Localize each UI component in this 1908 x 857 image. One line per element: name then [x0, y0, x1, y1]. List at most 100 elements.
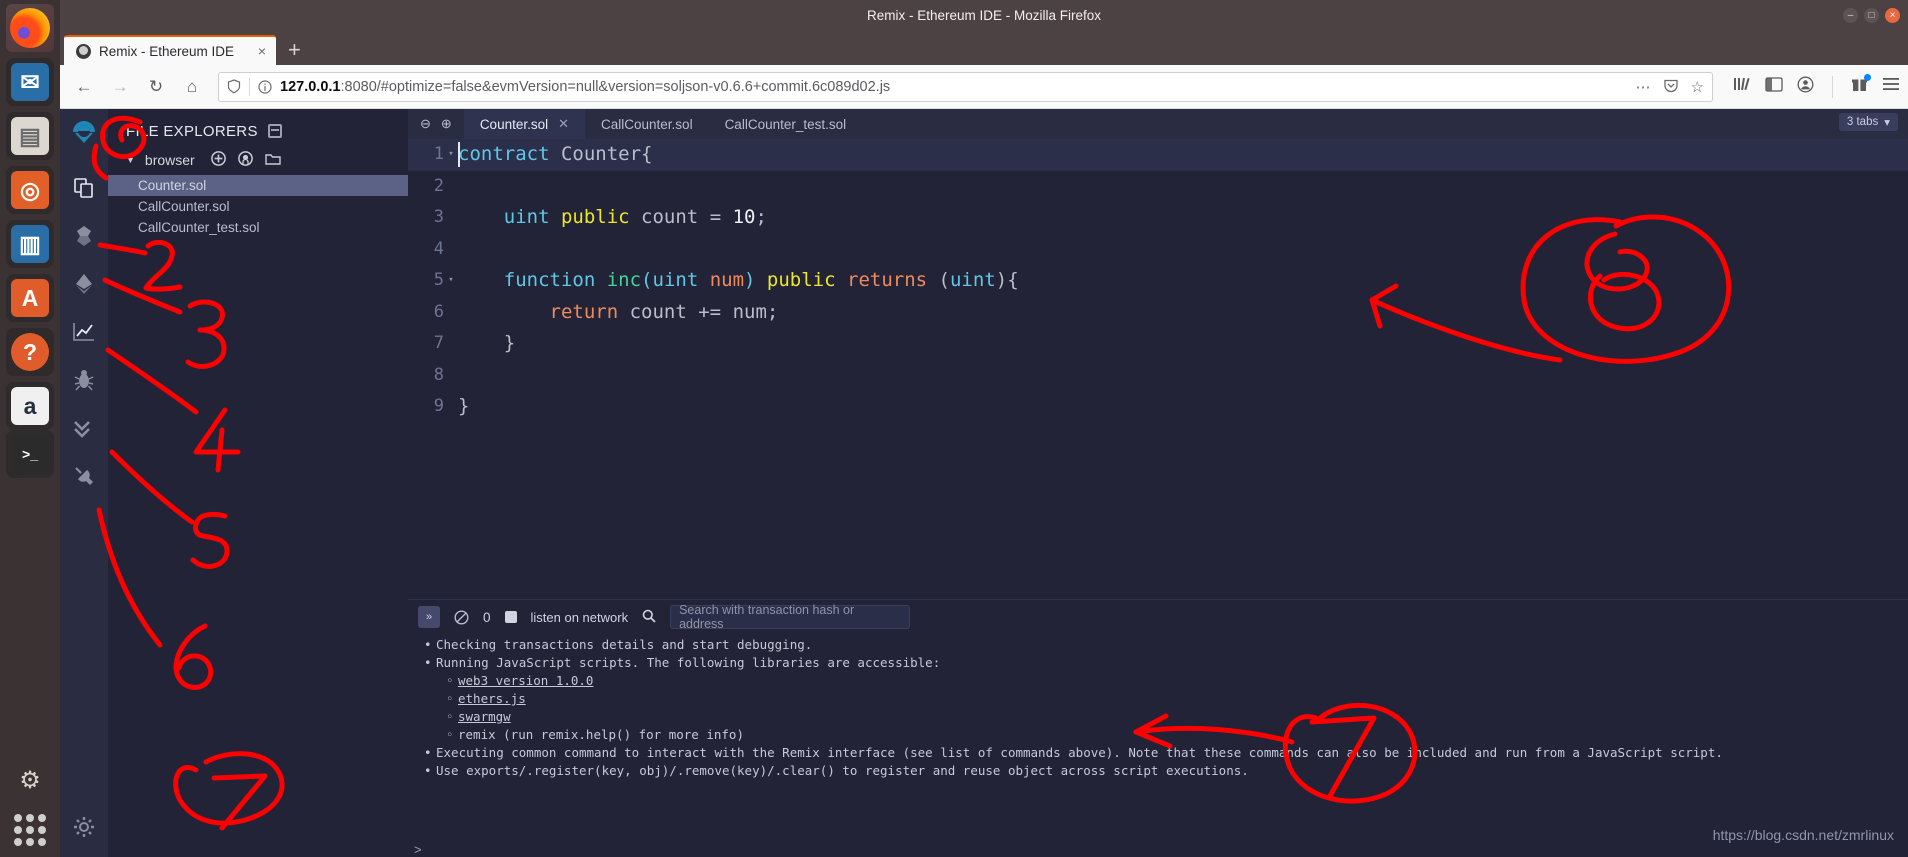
- gift-icon[interactable]: [1851, 73, 1871, 98]
- code-editor[interactable]: 1 ▾ contract Counter{2 3 uint public count …: [408, 139, 1908, 599]
- clear-console-icon[interactable]: [454, 609, 469, 625]
- launcher-item-thunderbird[interactable]: ✉: [6, 58, 54, 106]
- code-text: return count += num;: [549, 300, 779, 323]
- code-line[interactable]: 5 ▾ function inc(uint num) public returns…: [408, 265, 1908, 297]
- terminal-prompt[interactable]: >: [408, 842, 1908, 857]
- fold-toggle-icon[interactable]: ▾: [444, 139, 458, 171]
- editor-tab-counter[interactable]: Counter.sol ✕: [463, 109, 586, 139]
- code-line[interactable]: 1 ▾ contract Counter{: [408, 139, 1908, 171]
- terminal-toggle-button[interactable]: »: [418, 606, 440, 628]
- menu-icon[interactable]: [1882, 77, 1900, 96]
- explorer-panel-icon[interactable]: [267, 124, 282, 138]
- back-button[interactable]: ←: [68, 71, 100, 103]
- line-number: 1: [433, 144, 444, 164]
- unit-testing-icon[interactable]: [67, 411, 101, 445]
- open-folder-icon[interactable]: [265, 152, 282, 169]
- editor-tab-callcounter-test[interactable]: CallCounter_test.sol: [709, 109, 863, 139]
- window-titlebar: Remix - Ethereum IDE - Mozilla Firefox –…: [60, 0, 1908, 31]
- line-number: 7: [433, 333, 444, 353]
- library-icon[interactable]: [1733, 76, 1751, 97]
- tab-close-icon[interactable]: ×: [258, 43, 266, 59]
- files-icon: ▤: [11, 117, 49, 155]
- maximize-button[interactable]: □: [1864, 8, 1879, 23]
- remix-terminal: » 0 listen on network Search with transa…: [408, 599, 1908, 857]
- launcher-item-terminal[interactable]: >_: [6, 430, 54, 478]
- remix-logo-icon[interactable]: [67, 117, 101, 151]
- explorer-file-item[interactable]: CallCounter_test.sol: [108, 217, 408, 238]
- solidity-compiler-icon[interactable]: [67, 219, 101, 253]
- close-button[interactable]: ×: [1885, 8, 1900, 23]
- code-line[interactable]: 8: [408, 360, 1908, 392]
- url-text[interactable]: 127.0.0.1:8080/#optimize=false&evmVersio…: [280, 79, 890, 95]
- editor-tab-label: CallCounter.sol: [601, 116, 693, 132]
- terminal-log-subline[interactable]: web3 version 1.0.0: [418, 672, 1908, 690]
- code-line[interactable]: 6 return count += num;: [408, 297, 1908, 329]
- zoom-out-icon[interactable]: ⊖: [420, 116, 431, 132]
- terminal-log-subline[interactable]: ethers.js: [418, 690, 1908, 708]
- code-text: function inc(uint num) public returns (u…: [503, 269, 1019, 291]
- url-bar[interactable]: 127.0.0.1:8080/#optimize=false&evmVersio…: [218, 71, 1713, 102]
- plugin-manager-icon[interactable]: [67, 459, 101, 493]
- line-number: 4: [433, 238, 444, 259]
- writer-icon: ▥: [11, 225, 49, 263]
- launcher-item-amazon[interactable]: a: [6, 382, 54, 430]
- code-line[interactable]: 4: [408, 234, 1908, 266]
- code-text: uint public count = 10;: [503, 206, 767, 228]
- zoom-in-icon[interactable]: ⊕: [441, 116, 452, 132]
- url-right-icons: ⋯ ☆: [1636, 77, 1704, 97]
- page-actions-icon[interactable]: ⋯: [1636, 78, 1651, 96]
- line-number: 8: [433, 364, 444, 385]
- explorer-root-row[interactable]: ▼ browser: [108, 143, 408, 175]
- remix-settings-icon[interactable]: [73, 816, 95, 843]
- listen-on-network-checkbox[interactable]: [504, 611, 517, 623]
- transaction-search-input[interactable]: Search with transaction hash or address: [670, 603, 911, 631]
- file-explorer-panel: FILE EXPLORERS ▼ browser Counter.sol Cal…: [108, 109, 408, 857]
- new-tab-button[interactable]: +: [276, 39, 313, 65]
- tabs-count-badge[interactable]: 3 tabs ▾: [1838, 113, 1898, 131]
- code-line[interactable]: 7 }: [408, 328, 1908, 360]
- launcher-apps-grid-icon[interactable]: [10, 810, 50, 850]
- editor-tab-callcounter[interactable]: CallCounter.sol: [585, 109, 709, 139]
- browser-tab[interactable]: Remix - Ethereum IDE ×: [64, 35, 276, 65]
- chevron-down-icon[interactable]: ▼: [126, 155, 135, 165]
- pocket-icon[interactable]: [1663, 77, 1679, 97]
- code-line[interactable]: 2: [408, 171, 1908, 203]
- terminal-log: Checking transactions details and start …: [408, 634, 1908, 842]
- editor-zoom-controls: ⊖ ⊕: [408, 116, 464, 132]
- code-line[interactable]: 9}: [408, 391, 1908, 423]
- browser-toolbar-icons: [1723, 73, 1900, 98]
- screen: ✉ ▤ ◎ ▥ A ? a >_ ⚙ Remix - Ethereum IDE: [0, 0, 1908, 857]
- launcher-settings-icon[interactable]: ⚙: [10, 760, 50, 800]
- explorer-file-item[interactable]: Counter.sol: [108, 175, 408, 196]
- amazon-icon: a: [11, 387, 49, 425]
- terminal-log-subline[interactable]: swarmgw: [418, 708, 1908, 726]
- editor-tab-close-icon[interactable]: ✕: [558, 116, 569, 132]
- launcher-item-files[interactable]: ▤: [6, 112, 54, 160]
- mail-icon: ✉: [11, 63, 49, 101]
- launcher-item-firefox[interactable]: [6, 4, 54, 52]
- remix-favicon-icon: [76, 43, 91, 59]
- info-icon[interactable]: [258, 79, 272, 94]
- bookmark-star-icon[interactable]: ☆: [1691, 78, 1704, 96]
- github-icon[interactable]: [237, 151, 253, 169]
- create-file-icon[interactable]: [210, 151, 226, 169]
- fold-toggle-icon[interactable]: ▾: [444, 265, 458, 297]
- home-button[interactable]: ⌂: [176, 71, 208, 103]
- launcher-item-help[interactable]: ?: [6, 328, 54, 376]
- code-line[interactable]: 3 uint public count = 10;: [408, 202, 1908, 234]
- forward-button[interactable]: →: [104, 71, 136, 103]
- account-icon[interactable]: [1797, 76, 1814, 98]
- reload-button[interactable]: ↻: [140, 71, 172, 103]
- terminal-log-line: Use exports/.register(key, obj)/.remove(…: [418, 762, 1908, 780]
- launcher-item-writer[interactable]: ▥: [6, 220, 54, 268]
- sidebar-icon[interactable]: [1765, 76, 1783, 97]
- explorer-file-item[interactable]: CallCounter.sol: [108, 196, 408, 217]
- shield-icon[interactable]: [227, 79, 241, 94]
- debugger-icon[interactable]: [67, 363, 101, 397]
- file-explorers-icon[interactable]: [67, 171, 101, 205]
- launcher-item-rhythmbox[interactable]: ◎: [6, 166, 54, 214]
- deploy-run-icon[interactable]: [67, 267, 101, 301]
- solidity-analysis-icon[interactable]: [67, 315, 101, 349]
- minimize-button[interactable]: –: [1843, 8, 1858, 23]
- launcher-item-software[interactable]: A: [6, 274, 54, 322]
